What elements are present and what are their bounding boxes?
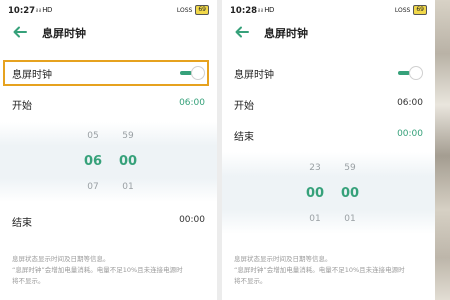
hint-line-1: 息屏状态显示时间及日期等信息。: [12, 255, 110, 263]
minute-next[interactable]: 01: [335, 214, 365, 224]
end-value: 00:00: [397, 129, 423, 139]
start-label: 开始: [234, 101, 254, 112]
left-screen: 10:27 ᵢₗ ᵢₗ HD LOSS 69 息屏时钟 息屏时钟 开始 06:0…: [0, 0, 217, 300]
start-time-row[interactable]: 开始 06:00: [0, 91, 217, 117]
minute-selected[interactable]: 00: [113, 154, 143, 169]
hour-prev[interactable]: 05: [78, 131, 108, 141]
status-right: LOSS 69: [177, 5, 209, 15]
hour-next[interactable]: 01: [300, 214, 330, 224]
signal-icon: ᵢₗ ᵢₗ HD: [258, 6, 274, 14]
background-photo-strip: [435, 0, 450, 300]
signal-icon: ᵢₗ ᵢₗ HD: [36, 6, 52, 14]
minute-next[interactable]: 01: [113, 182, 143, 192]
back-arrow-icon[interactable]: [12, 24, 28, 40]
hour-next[interactable]: 07: [78, 182, 108, 192]
hint-line-1: 息屏状态显示时间及日期等信息。: [234, 255, 332, 263]
start-time-row[interactable]: 开始 06:00: [222, 91, 435, 117]
hint-line-2: “息屏时钟”会增加电量消耗。电量不足10%且未连接电源时: [12, 266, 183, 274]
status-time: 10:27: [8, 6, 36, 16]
aod-toggle-switch[interactable]: [397, 66, 423, 80]
minute-selected[interactable]: 00: [335, 186, 365, 201]
back-arrow-icon[interactable]: [234, 24, 250, 40]
time-picker[interactable]: 23 00 01 59 00 01: [222, 152, 435, 234]
end-value: 00:00: [179, 215, 205, 225]
end-time-row[interactable]: 结束 00:00: [0, 208, 217, 234]
battery-icon: 69: [413, 5, 427, 15]
page-title: 息屏时钟: [42, 27, 86, 40]
status-time: 10:28: [230, 6, 258, 16]
title-bar: 息屏时钟: [0, 22, 217, 44]
end-time-row[interactable]: 结束 00:00: [222, 122, 435, 148]
aod-toggle-row[interactable]: 息屏时钟: [222, 60, 435, 86]
battery-icon: 69: [195, 5, 209, 15]
right-screen: 10:28 ᵢₗ ᵢₗ HD LOSS 69 息屏时钟 息屏时钟 开始 06:0…: [222, 0, 435, 300]
start-value: 06:00: [179, 98, 205, 108]
hint-line-3: 将不显示。: [234, 277, 267, 285]
highlight-box: [3, 60, 209, 86]
minute-prev[interactable]: 59: [335, 163, 365, 173]
hint-line-3: 将不显示。: [12, 277, 45, 285]
end-label: 结束: [12, 218, 32, 229]
network-speed: LOSS: [394, 6, 411, 14]
end-label: 结束: [234, 132, 254, 143]
hint-line-2: “息屏时钟”会增加电量消耗。电量不足10%且未连接电源时: [234, 266, 405, 274]
start-label: 开始: [12, 101, 32, 112]
page-title: 息屏时钟: [264, 27, 308, 40]
hour-prev[interactable]: 23: [300, 163, 330, 173]
time-picker[interactable]: 05 06 07 59 00 01: [0, 122, 217, 202]
aod-toggle-label: 息屏时钟: [234, 70, 274, 81]
switch-knob: [409, 66, 423, 80]
minute-prev[interactable]: 59: [113, 131, 143, 141]
start-value: 06:00: [397, 98, 423, 108]
status-right: LOSS 69: [395, 5, 427, 15]
status-bar: 10:28 ᵢₗ ᵢₗ HD LOSS 69: [222, 0, 435, 22]
hour-selected[interactable]: 06: [78, 154, 108, 169]
network-speed: LOSS: [176, 6, 193, 14]
hour-selected[interactable]: 00: [300, 186, 330, 201]
title-bar: 息屏时钟: [222, 22, 435, 44]
status-bar: 10:27 ᵢₗ ᵢₗ HD LOSS 69: [0, 0, 217, 22]
